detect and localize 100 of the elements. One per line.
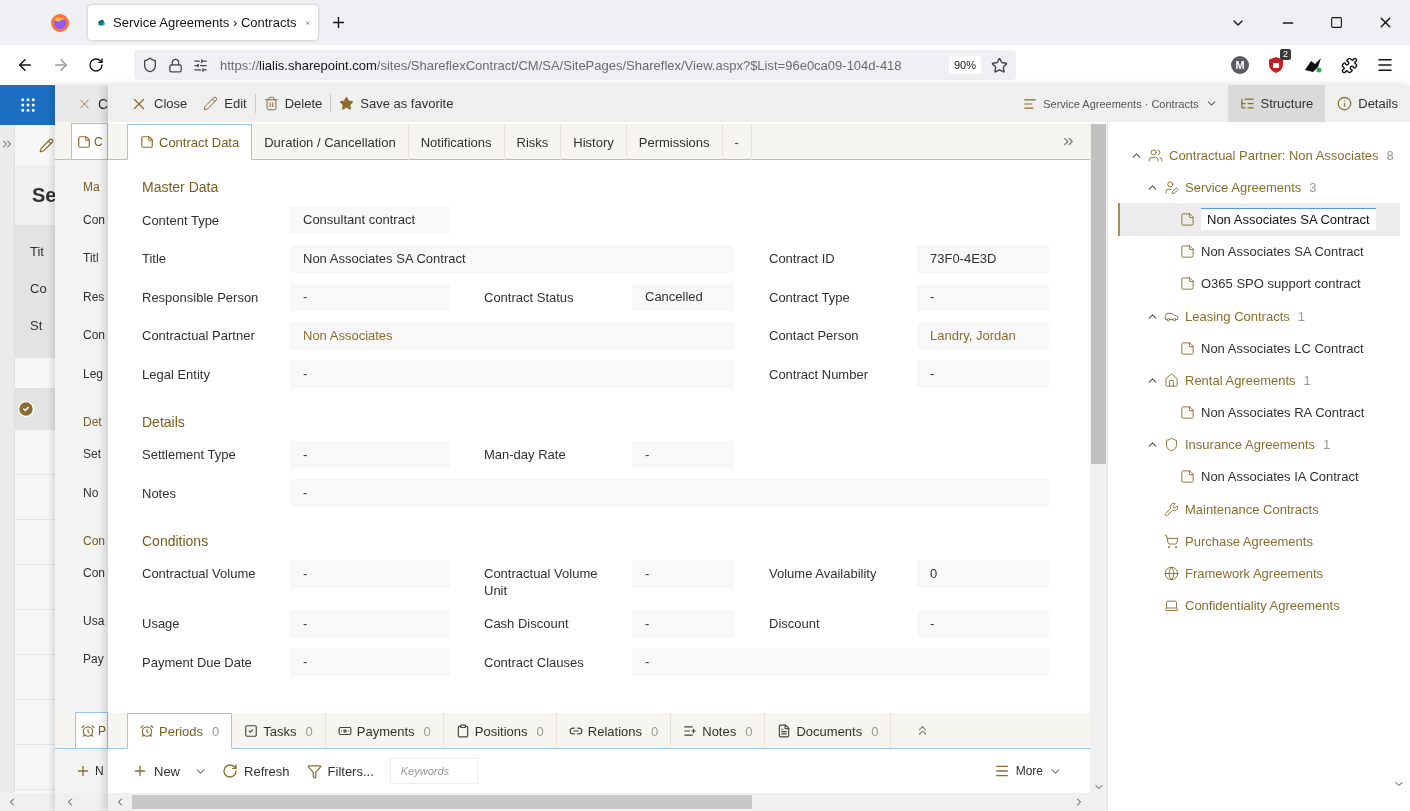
puzzle-icon[interactable] bbox=[1341, 56, 1358, 74]
field-label: Pay bbox=[83, 651, 104, 668]
plus-icon[interactable] bbox=[75, 763, 91, 779]
menu-icon[interactable] bbox=[1376, 56, 1394, 74]
app-launcher[interactable] bbox=[0, 85, 55, 125]
new-tab-icon[interactable] bbox=[330, 14, 347, 31]
field-value: - bbox=[632, 559, 734, 588]
tree-item[interactable]: Insurance Agreements 1 bbox=[1118, 428, 1400, 461]
field-value: - bbox=[632, 609, 734, 638]
field-label: Notes bbox=[142, 484, 177, 503]
toolbar-button[interactable]: Save as favorite bbox=[331, 85, 462, 122]
field-value: 0 bbox=[917, 559, 1049, 588]
field-value-link[interactable]: Landry, Jordan bbox=[917, 321, 1049, 350]
field-label: Titl bbox=[83, 250, 99, 267]
keyword-field[interactable]: Keywords bbox=[389, 758, 478, 784]
tree-item[interactable]: Non Associates SA Contract bbox=[1118, 235, 1400, 268]
tree-item[interactable]: Rental Agreements 1 bbox=[1118, 364, 1400, 397]
new-button-label[interactable]: N bbox=[95, 764, 104, 778]
shield-icon[interactable] bbox=[142, 57, 158, 73]
document-icon bbox=[77, 134, 91, 149]
field-label: Usa bbox=[83, 612, 105, 630]
bookmark-star-icon[interactable] bbox=[991, 56, 1008, 74]
view-dropdown[interactable]: Service Agreements · Contracts bbox=[1013, 85, 1228, 122]
toolbar-button[interactable]: Close bbox=[122, 85, 196, 122]
refresh-icon bbox=[222, 763, 238, 779]
tree-item-label: Non Associates IA Contract bbox=[1201, 469, 1359, 485]
profile-avatar[interactable]: M bbox=[1231, 56, 1249, 74]
toolbar-button[interactable]: Delete bbox=[255, 85, 331, 122]
form-tab[interactable]: Risks bbox=[504, 124, 562, 160]
more-button[interactable]: More bbox=[985, 763, 1070, 779]
field-label: Contractual Volume bbox=[142, 565, 257, 583]
menu-icon bbox=[993, 763, 1010, 779]
list-tab[interactable]: Payments 0 bbox=[325, 713, 444, 749]
tree-item[interactable]: Leasing Contracts 1 bbox=[1118, 299, 1400, 333]
list-tab[interactable]: P bbox=[75, 712, 108, 748]
tree-item[interactable]: Contractual Partner: Non Associates 8 bbox=[1118, 139, 1400, 172]
tree-item[interactable]: Non Associates SA Contract bbox=[1118, 203, 1400, 236]
pane-toggle[interactable]: Structure bbox=[1227, 85, 1326, 122]
tree-item-label: Maintenance Contracts bbox=[1185, 501, 1319, 517]
list-tab[interactable]: Documents 0 bbox=[765, 713, 892, 749]
section-title: Con bbox=[83, 532, 105, 550]
address-bar[interactable]: https://lialis.sharepoint.com/sites/ShareflexContract/CM/SA/SitePages/Shareflex/View.aspx?$List=96e0ca09-104d-418 90% bbox=[134, 50, 1016, 80]
tree-item[interactable]: Non Associates IA Contract bbox=[1118, 460, 1400, 494]
field-label: No bbox=[83, 484, 99, 502]
field-label: Res bbox=[83, 288, 105, 306]
horizontal-scrollbar[interactable] bbox=[108, 793, 1107, 811]
maximize-icon[interactable] bbox=[1330, 16, 1343, 29]
list-tab[interactable]: Notes 0 bbox=[671, 713, 766, 749]
tree-item[interactable]: Purchase Agreements bbox=[1118, 525, 1400, 558]
form-tab[interactable]: Permissions bbox=[626, 124, 723, 160]
check-circle-icon bbox=[17, 400, 35, 418]
form-tab[interactable]: - bbox=[722, 124, 752, 160]
lock-icon[interactable] bbox=[168, 57, 183, 73]
document-icon bbox=[777, 724, 792, 738]
vertical-scrollbar[interactable] bbox=[1090, 124, 1107, 793]
tree-item[interactable]: Non Associates RA Contract bbox=[1118, 396, 1400, 429]
tree-item[interactable]: Framework Agreements bbox=[1118, 557, 1400, 590]
toolbar-button-label[interactable]: C bbox=[97, 95, 108, 112]
field-label: Title bbox=[142, 250, 168, 268]
list-tab[interactable]: Periods 0 bbox=[127, 713, 233, 749]
field-label: Tit bbox=[29, 243, 45, 261]
tree-item-label: Service Agreements bbox=[1185, 179, 1302, 195]
field-label: Contract Status bbox=[484, 288, 575, 307]
field-label: Volume Availability bbox=[769, 565, 878, 583]
list-tab[interactable]: Relations 0 bbox=[556, 713, 672, 749]
list-tab[interactable]: Positions 0 bbox=[443, 713, 557, 749]
filters-button[interactable]: Filters... bbox=[298, 763, 382, 779]
tree-item[interactable]: Non Associates LC Contract bbox=[1118, 332, 1400, 365]
field-label: Leg bbox=[83, 365, 104, 383]
field-label: Responsible Person bbox=[142, 288, 260, 307]
field-value-link[interactable]: Non Associates bbox=[290, 321, 734, 350]
horizontal-scrollbar[interactable] bbox=[55, 793, 108, 811]
form-tab[interactable]: Duration / Cancellation bbox=[252, 124, 409, 160]
expand-icon[interactable] bbox=[0, 137, 14, 151]
tree-item[interactable]: Service Agreements 3 bbox=[1118, 171, 1400, 204]
tree-item[interactable]: Confidentiality Agreements bbox=[1118, 589, 1400, 622]
alarm-clock-icon bbox=[81, 723, 95, 738]
pencil-icon[interactable] bbox=[39, 137, 55, 153]
field-label: Con bbox=[83, 327, 105, 344]
permissions-icon[interactable] bbox=[193, 57, 208, 73]
tree-item[interactable]: Maintenance Contracts bbox=[1118, 493, 1400, 526]
back-icon[interactable] bbox=[16, 56, 34, 74]
reload-icon[interactable] bbox=[88, 57, 104, 73]
form-tab[interactable]: Contract Data bbox=[127, 124, 253, 160]
form-tab[interactable]: History bbox=[561, 124, 627, 160]
browser-tab[interactable]: Service Agreements › Contracts bbox=[88, 5, 318, 40]
form-tab[interactable]: Notifications bbox=[408, 124, 505, 160]
new-button[interactable]: New bbox=[124, 763, 188, 779]
tree-item[interactable]: O365 SPO support contract bbox=[1118, 267, 1400, 300]
list-tab[interactable]: Tasks 0 bbox=[232, 713, 326, 749]
zoom-level[interactable]: 90% bbox=[948, 56, 981, 74]
section-title: Master Data bbox=[142, 178, 220, 197]
refresh-button[interactable]: Refresh bbox=[214, 763, 298, 779]
forward-icon[interactable] bbox=[52, 56, 70, 74]
selected-list-row[interactable] bbox=[15, 388, 55, 430]
pane-toggle[interactable]: Details bbox=[1325, 85, 1410, 122]
browser-logo-icon[interactable] bbox=[50, 12, 70, 33]
form-tab[interactable]: C bbox=[71, 123, 108, 159]
shield-extension-icon[interactable] bbox=[1267, 56, 1285, 74]
toolbar-button[interactable]: Edit bbox=[195, 85, 255, 122]
